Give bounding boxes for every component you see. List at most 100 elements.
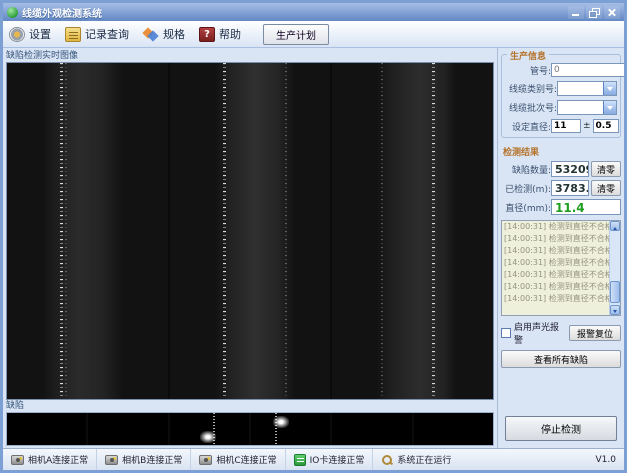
log-entry[interactable]: [14:00:31] 检测到直径不合格 <box>502 221 609 233</box>
camera-c-view <box>332 63 493 399</box>
status-text: 系统正在运行 <box>397 453 451 466</box>
toolbar-item-records[interactable]: 记录查询 <box>65 26 129 42</box>
tube-number-label: 管号: <box>505 64 551 77</box>
app-window: 线缆外观检测系统 设置 记录查询 规格 帮助 生产计划 缺陷检测实时图像 <box>0 0 627 473</box>
log-entry[interactable]: [14:00:31] 检测到直径不合格 <box>502 233 609 245</box>
status-text: 相机B连接正常 <box>122 453 182 466</box>
log-entry[interactable]: [14:00:31] 检测到直径不合格 <box>502 257 609 269</box>
view-all-defects-button[interactable]: 查看所有缺陷 <box>501 350 621 368</box>
toolbar-item-label: 规格 <box>163 26 185 42</box>
toolbar-item-label: 设置 <box>29 26 51 42</box>
search-icon <box>381 454 393 466</box>
chevron-down-icon[interactable] <box>603 101 616 114</box>
set-diameter-label: 设定直径: <box>505 120 551 133</box>
wire-edge-highlight <box>65 63 67 399</box>
plus-minus-sign: ± <box>581 121 593 131</box>
log-entry[interactable]: [14:00:31] 检测到直径不合格 <box>502 281 609 293</box>
log-entry[interactable]: [14:00:31] 检测到直径不合格 <box>502 269 609 281</box>
toolbar-item-help[interactable]: 帮助 <box>199 26 241 42</box>
wire-edge-highlight <box>285 63 287 399</box>
defect-thumbnail[interactable] <box>251 413 330 445</box>
status-camera-b: 相机B连接正常 <box>97 449 191 470</box>
cable-batch-label: 线缆批次号: <box>505 101 557 114</box>
sound-light-alarm-label: 启用声光报警 <box>514 320 566 346</box>
status-io-card: IO卡连接正常 <box>286 449 374 470</box>
log-scrollbar[interactable] <box>609 221 620 315</box>
wire-image <box>376 63 456 399</box>
wire-edge-highlight <box>432 63 435 399</box>
production-info-title: 生产信息 <box>507 49 549 62</box>
wire-edge-highlight <box>60 63 63 399</box>
app-icon <box>7 7 18 18</box>
production-plan-button[interactable]: 生产计划 <box>263 24 329 45</box>
set-diameter-input[interactable] <box>551 119 581 133</box>
cable-type-combobox[interactable] <box>557 81 617 96</box>
records-icon <box>65 27 81 42</box>
camera-view-panel: 缺陷检测实时图像 缺陷 <box>3 48 497 448</box>
title-bar: 线缆外观检测系统 <box>3 3 624 21</box>
live-image-label: 缺陷检测实时图像 <box>6 50 494 62</box>
io-card-icon <box>294 454 306 466</box>
help-icon <box>199 27 215 42</box>
scroll-down-icon[interactable] <box>610 305 620 315</box>
production-info-group: 生产信息 管号: 线缆类别号: 线缆批次号: <box>501 54 621 138</box>
minimize-button[interactable] <box>568 6 584 19</box>
camera-icon <box>105 455 118 465</box>
scroll-up-icon[interactable] <box>610 221 620 231</box>
status-text: IO卡连接正常 <box>310 453 365 466</box>
clear-measured-length-button[interactable]: 清零 <box>591 180 621 196</box>
status-text: 相机C连接正常 <box>216 453 276 466</box>
toolbar-item-label: 记录查询 <box>85 26 129 42</box>
defect-thumbnail-strip <box>6 412 494 446</box>
defect-blob <box>273 416 289 428</box>
sound-light-alarm-checkbox[interactable] <box>501 328 511 338</box>
toolbar-item-settings[interactable]: 设置 <box>9 26 51 42</box>
wire-image <box>42 63 122 399</box>
spec-icon <box>143 27 159 42</box>
status-camera-a: 相机A连接正常 <box>3 449 97 470</box>
stop-detection-button[interactable]: 停止检测 <box>505 416 617 441</box>
defect-thumbnail[interactable] <box>332 413 411 445</box>
alarm-reset-button[interactable]: 报警复位 <box>569 325 621 341</box>
measured-length-value: 3783.3 <box>551 180 589 196</box>
defect-blob <box>200 431 216 443</box>
camera-icon <box>199 455 212 465</box>
log-entry[interactable]: [14:00:31] 检测到直径不合格 <box>502 245 609 257</box>
diameter-label: 直径(mm): <box>501 201 551 214</box>
defect-strip-label: 缺陷 <box>6 400 494 412</box>
main-area: 缺陷检测实时图像 缺陷 <box>3 48 624 448</box>
defect-count-value: 53209 <box>551 161 589 177</box>
log-entry[interactable]: [14:00:31] 检测到直径不合格 <box>502 293 609 305</box>
wire-edge-highlight <box>223 63 226 399</box>
restore-button[interactable] <box>586 6 602 19</box>
toolbar-item-spec[interactable]: 规格 <box>143 26 185 42</box>
results-title: 检测结果 <box>503 145 621 158</box>
defect-count-label: 缺陷数量: <box>501 163 551 176</box>
live-camera-area <box>6 62 494 400</box>
clear-defect-count-button[interactable]: 清零 <box>591 161 621 177</box>
chevron-down-icon[interactable] <box>603 82 616 95</box>
camera-b-view <box>170 63 331 399</box>
window-title: 线缆外观检测系统 <box>22 5 566 20</box>
defect-thumbnail[interactable] <box>7 413 86 445</box>
scrollbar-thumb[interactable] <box>610 281 620 303</box>
diameter-value: 11.4 <box>551 199 621 215</box>
tolerance-input[interactable] <box>593 119 619 133</box>
defect-thumbnail[interactable] <box>170 413 249 445</box>
defect-thumbnail[interactable] <box>88 413 167 445</box>
wire-edge-highlight <box>381 63 383 399</box>
control-panel: 生产信息 管号: 线缆类别号: 线缆批次号: <box>497 48 624 448</box>
cable-batch-combobox[interactable] <box>557 100 617 115</box>
defect-thumbnail[interactable] <box>414 413 493 445</box>
status-system-running: 系统正在运行 <box>373 449 587 470</box>
camera-icon <box>11 455 24 465</box>
tube-number-input[interactable] <box>551 63 627 77</box>
cable-type-label: 线缆类别号: <box>505 82 557 95</box>
settings-icon <box>9 27 25 42</box>
wire-image <box>215 63 295 399</box>
alarm-log-list[interactable]: [14:00:31] 检测到直径不合格 [14:00:31] 检测到直径不合格 … <box>501 220 621 316</box>
status-camera-c: 相机C连接正常 <box>191 449 285 470</box>
close-button[interactable] <box>604 6 620 19</box>
status-text: 相机A连接正常 <box>28 453 88 466</box>
status-bar: 相机A连接正常 相机B连接正常 相机C连接正常 IO卡连接正常 系统正在运行 V… <box>3 448 624 470</box>
